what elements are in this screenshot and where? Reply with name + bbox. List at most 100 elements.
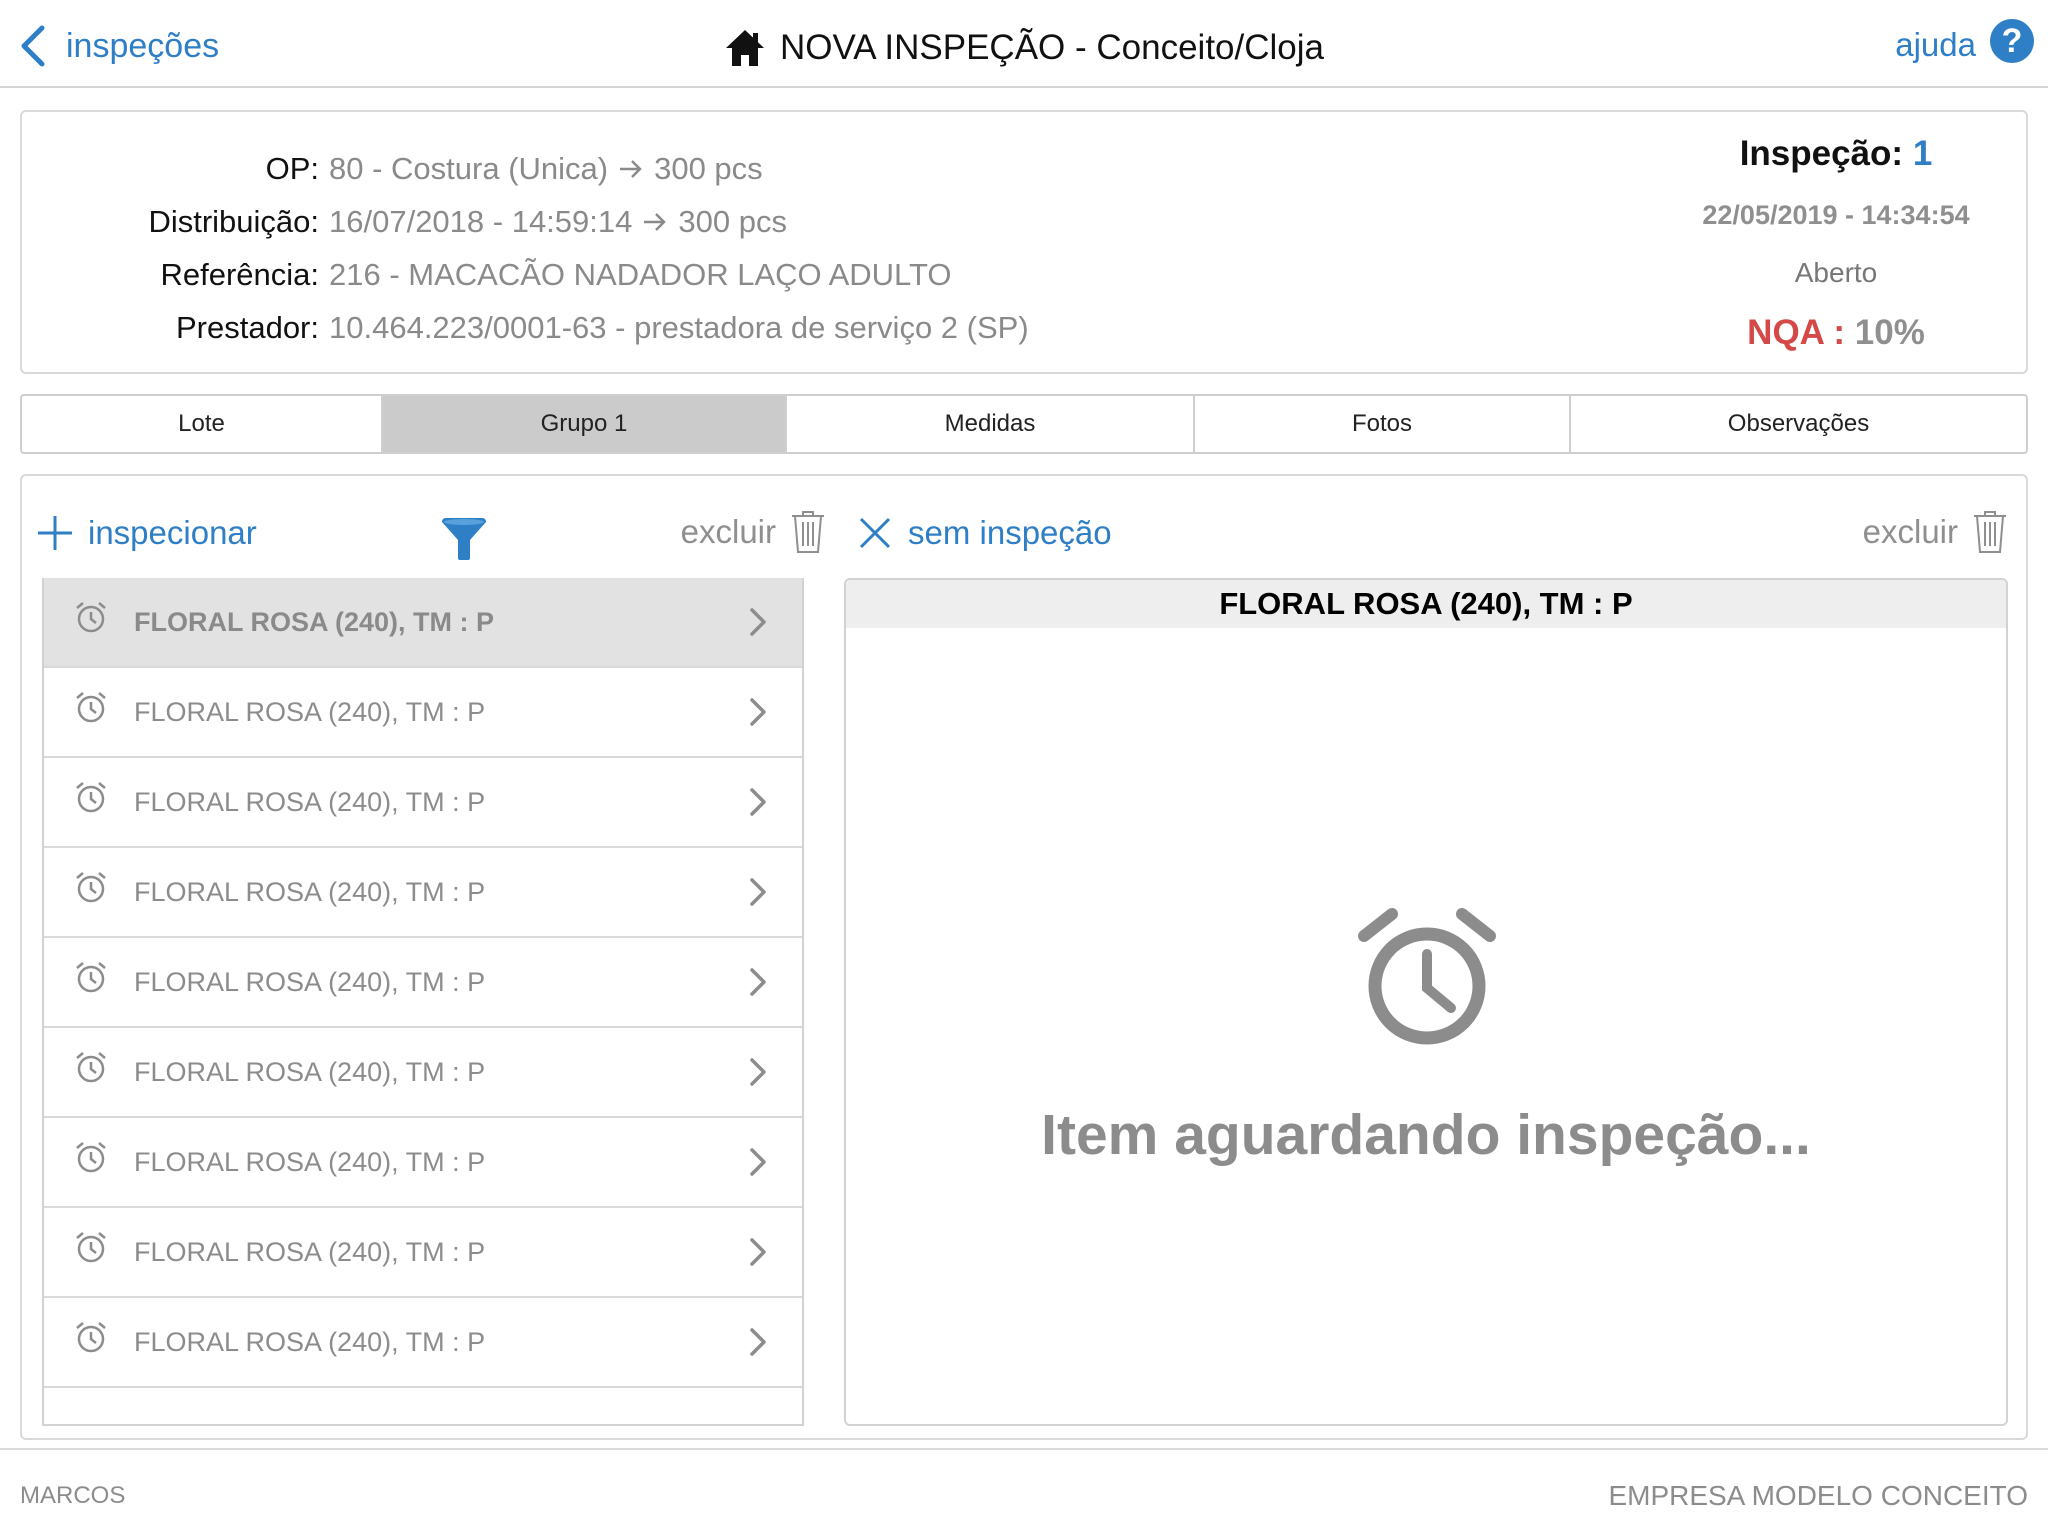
inspection-info-card: OP: 80 - Costura (Unica) 300 pcs Distrib…: [20, 110, 2028, 374]
trash-icon: [792, 511, 824, 553]
tab-fotos[interactable]: Fotos: [1195, 396, 1571, 452]
alarm-clock-icon: [76, 872, 106, 903]
chevron-right-icon: [750, 878, 766, 906]
list-item-label: FLORAL ROSA (240), TM : P: [134, 1326, 486, 1357]
inspect-button[interactable]: inspecionar: [36, 514, 257, 552]
close-icon: [859, 517, 891, 549]
status-text: Aberto: [1794, 257, 1878, 288]
item-detail-panel: FLORAL ROSA (240), TM : P Item aguardand…: [844, 578, 2008, 1426]
page-title-text: NOVA INSPEÇÃO - Conceito/Cloja: [780, 28, 1324, 67]
info-label: Distribuição:: [148, 203, 319, 239]
tab-grupo-1[interactable]: Grupo 1: [383, 396, 787, 452]
help-label: ajuda: [1895, 26, 1976, 63]
list-item-label: FLORAL ROSA (240), TM : P: [134, 966, 486, 997]
detail-title: FLORAL ROSA (240), TM : P: [846, 580, 2006, 628]
nqa-label: NQA :: [1747, 313, 1846, 352]
inspection-datetime: 22/05/2019 - 14:34:54: [1702, 200, 1970, 230]
alarm-clock-icon: [76, 692, 106, 723]
distribution-quantity: 300 pcs: [678, 203, 787, 239]
op-value: 80 - Costura (Unica): [329, 150, 609, 186]
list-item-label: FLORAL ROSA (240), TM : P: [134, 876, 486, 907]
info-row-distribution: Distribuição: 16/07/2018 - 14:59:14 300 …: [22, 195, 1222, 248]
list-item-label: FLORAL ROSA (240), TM : P: [134, 786, 486, 817]
page-title: NOVA INSPEÇÃO - Conceito/Cloja: [0, 28, 2048, 68]
list-item-label: FLORAL ROSA (240), TM : P: [134, 1236, 486, 1267]
filter-icon[interactable]: [440, 516, 488, 562]
list-item[interactable]: FLORAL ROSA (240), TM : P: [44, 578, 802, 668]
inspection-number: 1: [1912, 134, 1933, 173]
chevron-right-icon: [750, 1148, 766, 1176]
no-inspection-button[interactable]: sem inspeção: [858, 514, 1112, 552]
info-row-reference: Referência: 216 - MACACÃO NADADOR LAÇO A…: [22, 248, 1222, 301]
list-item[interactable]: FLORAL ROSA (240), TM : P: [44, 758, 802, 848]
arrow-right-icon: [620, 159, 642, 178]
list-item[interactable]: FLORAL ROSA (240), TM : P: [44, 848, 802, 938]
alarm-clock-icon: [76, 962, 106, 993]
alarm-clock-icon: [76, 1232, 106, 1263]
op-quantity: 300 pcs: [654, 150, 763, 186]
list-item[interactable]: FLORAL ROSA (240), TM : P: [44, 1118, 802, 1208]
inspection-label: Inspeção:: [1739, 134, 1904, 173]
chevron-right-icon: [750, 698, 766, 726]
alarm-clock-icon: [76, 782, 106, 813]
help-button[interactable]: ajuda ?: [1895, 19, 2034, 64]
nqa-value: 10%: [1854, 313, 1925, 352]
chevron-right-icon: [750, 788, 766, 816]
nqa-indicator: NQA : 10%: [1666, 313, 2006, 353]
nav-bar: inspeções NOVA INSPEÇÃO - Conceito/Cloja…: [0, 0, 2048, 88]
list-item[interactable]: FLORAL ROSA (240), TM : P: [44, 668, 802, 758]
list-item[interactable]: FLORAL ROSA (240), TM : P: [44, 938, 802, 1028]
plus-icon: [38, 516, 72, 550]
info-value: 16/07/2018 - 14:59:14 300 pcs: [329, 204, 787, 240]
chevron-right-icon: [750, 608, 766, 636]
alarm-clock-icon: [76, 602, 106, 633]
inspection-title: Inspeção: 1: [1666, 134, 2006, 174]
list-item[interactable]: FLORAL ROSA (240), TM : P: [44, 1298, 802, 1388]
provider-value: 10.464.223/0001-63 - prestadora de servi…: [329, 309, 1029, 345]
footer-company: EMPRESA MODELO CONCEITO: [1608, 1480, 2028, 1511]
reference-value: 216 - MACACÃO NADADOR LAÇO ADULTO: [329, 256, 952, 292]
list-item-label: FLORAL ROSA (240), TM : P: [134, 1146, 486, 1177]
delete-item-button[interactable]: excluir: [681, 510, 826, 554]
list-toolbar: inspecionar excluir: [36, 506, 826, 566]
distribution-value: 16/07/2018 - 14:59:14: [329, 203, 633, 239]
list-item[interactable]: FLORAL ROSA (240), TM : P: [44, 1208, 802, 1298]
delete-detail-button[interactable]: excluir: [1863, 510, 2008, 554]
detail-toolbar: sem inspeção excluir: [858, 506, 2008, 566]
awaiting-inspection-message: Item aguardando inspeção...: [1041, 1103, 1811, 1167]
no-inspection-label: sem inspeção: [908, 514, 1112, 551]
alarm-clock-icon: [76, 1142, 106, 1173]
tab-observacoes[interactable]: Observações: [1571, 396, 2026, 452]
chevron-right-icon: [750, 1058, 766, 1086]
info-value: 80 - Costura (Unica) 300 pcs: [329, 151, 763, 187]
info-label: OP:: [265, 150, 319, 186]
delete-label: excluir: [1862, 513, 1958, 550]
inspection-summary: Inspeção: 1 22/05/2019 - 14:34:54 Aberto…: [1666, 126, 2006, 353]
info-row-op: OP: 80 - Costura (Unica) 300 pcs: [22, 142, 1222, 195]
info-row-provider: Prestador: 10.464.223/0001-63 - prestado…: [22, 301, 1222, 354]
list-item-label: FLORAL ROSA (240), TM : P: [134, 606, 495, 637]
alarm-clock-icon: [1358, 908, 1496, 1045]
tab-medidas[interactable]: Medidas: [787, 396, 1195, 452]
tab-bar: Lote Grupo 1 Medidas Fotos Observações: [20, 394, 2028, 454]
main-panel: inspecionar excluir sem inspeção excluir…: [20, 474, 2028, 1440]
info-rows: OP: 80 - Costura (Unica) 300 pcs Distrib…: [22, 142, 1222, 354]
chevron-right-icon: [750, 968, 766, 996]
footer-user: MARCOS: [20, 1482, 126, 1509]
chevron-right-icon: [750, 1238, 766, 1266]
list-item[interactable]: FLORAL ROSA (240), TM : P: [44, 1028, 802, 1118]
inspect-label: inspecionar: [88, 514, 257, 551]
delete-label: excluir: [680, 513, 776, 550]
inspection-item-list[interactable]: FLORAL ROSA (240), TM : P FLORAL ROSA (24…: [42, 578, 804, 1426]
help-icon: ?: [1990, 19, 2034, 63]
list-item-label: FLORAL ROSA (240), TM : P: [134, 1056, 486, 1087]
tab-lote[interactable]: Lote: [22, 396, 383, 452]
list-item-label: FLORAL ROSA (240), TM : P: [134, 696, 486, 727]
info-label: Prestador:: [175, 309, 319, 345]
info-label: Referência:: [160, 256, 319, 292]
alarm-clock-icon: [76, 1322, 106, 1353]
chevron-right-icon: [750, 1328, 766, 1356]
footer: MARCOS EMPRESA MODELO CONCEITO: [0, 1448, 2048, 1536]
alarm-clock-icon: [76, 1052, 106, 1083]
arrow-right-icon: [644, 212, 667, 231]
